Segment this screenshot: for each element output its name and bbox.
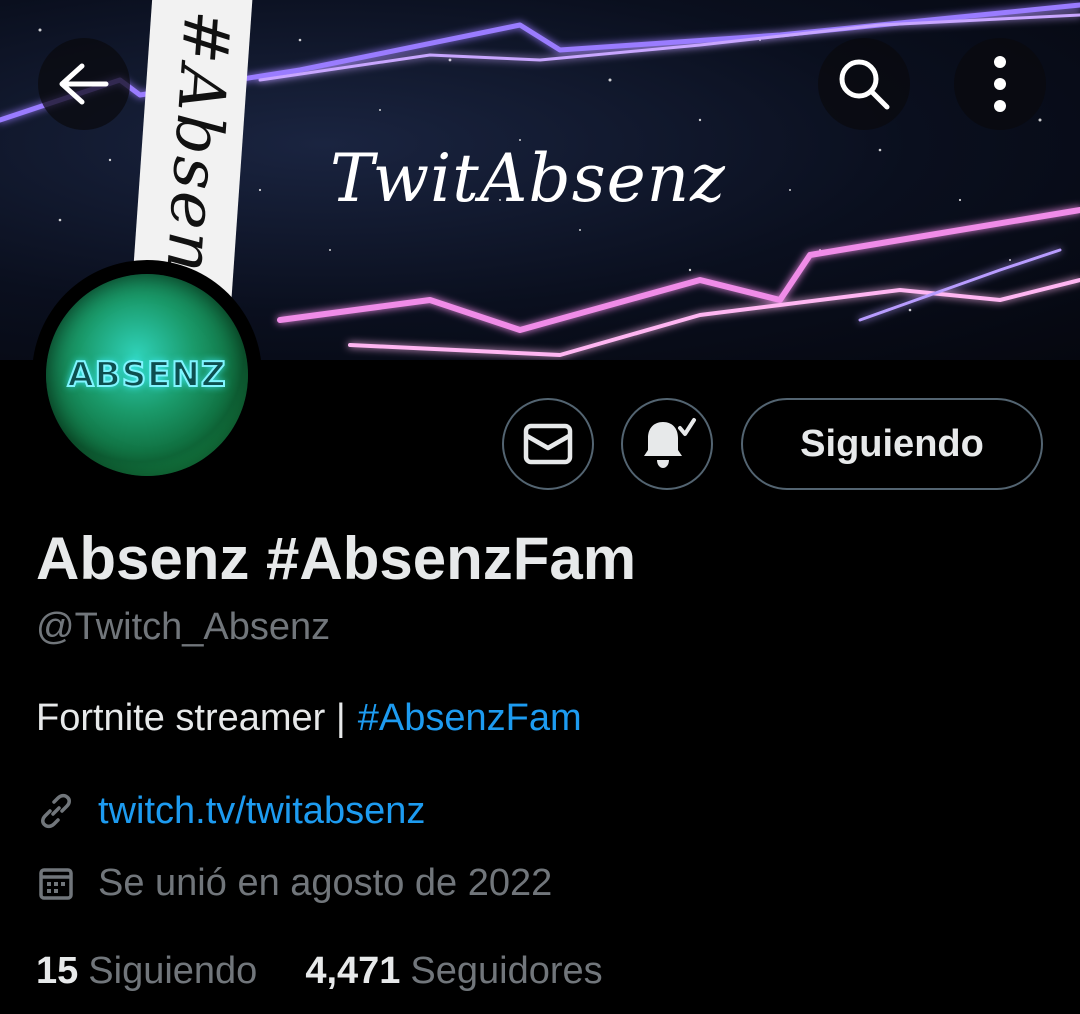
bio-text: Fortnite streamer | <box>36 697 346 739</box>
website-link[interactable]: twitch.tv/twitabsenz <box>98 790 425 833</box>
following-label: Siguiendo <box>88 950 258 992</box>
following-count: 15 <box>36 950 79 992</box>
avatar[interactable]: ABSENZ <box>46 274 248 476</box>
bio: Fortnite streamer | #AbsenzFam <box>36 697 582 740</box>
back-button[interactable] <box>38 38 130 130</box>
search-icon <box>839 59 890 110</box>
following-stat[interactable]: 15 Siguiendo <box>36 950 257 992</box>
avatar-logo-text: ABSENZ <box>66 354 227 396</box>
followers-label: Seguidores <box>410 950 603 992</box>
notifications-button[interactable] <box>621 398 713 490</box>
message-button[interactable] <box>502 398 594 490</box>
more-options-button[interactable] <box>954 38 1046 130</box>
join-date: Se unió en agosto de 2022 <box>98 861 553 904</box>
envelope-icon <box>523 423 573 465</box>
link-icon <box>41 793 71 829</box>
arrow-left-icon <box>59 63 109 105</box>
following-button[interactable]: Siguiendo <box>741 398 1043 490</box>
followers-stat[interactable]: 4,471 Seguidores <box>305 950 602 992</box>
more-vertical-icon <box>994 56 1006 112</box>
bio-hashtag-link[interactable]: #AbsenzFam <box>358 697 582 739</box>
calendar-icon <box>39 868 73 900</box>
website-row: twitch.tv/twitabsenz <box>36 786 425 836</box>
bell-check-icon <box>644 418 696 468</box>
banner-title: TwitAbsenz <box>330 140 726 217</box>
display-name: Absenz #AbsenzFam <box>36 525 637 592</box>
follow-stats: 15 Siguiendo 4,471 Seguidores <box>36 950 603 993</box>
followers-count: 4,471 <box>305 950 401 992</box>
user-handle: @Twitch_Absenz <box>36 606 331 648</box>
search-button[interactable] <box>818 38 910 130</box>
join-date-row: Se unió en agosto de 2022 <box>36 858 552 908</box>
